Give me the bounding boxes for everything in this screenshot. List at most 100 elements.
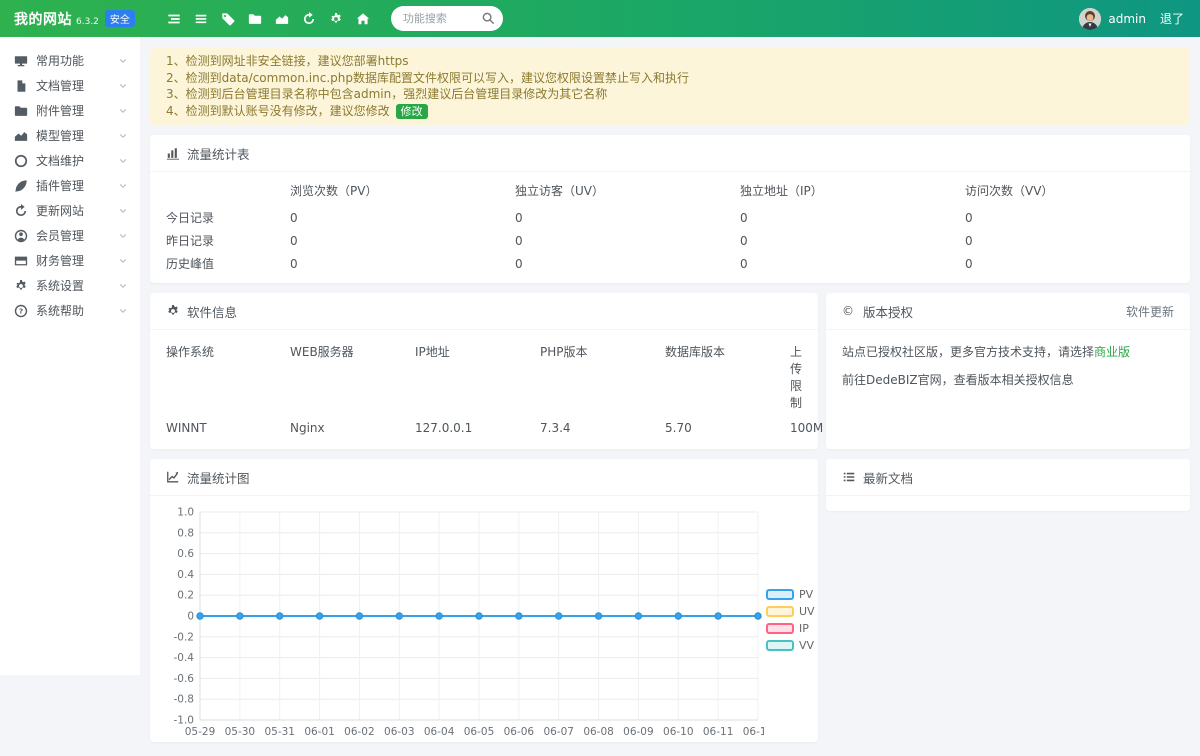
- bars-icon[interactable]: [194, 12, 208, 26]
- svg-text:06-09: 06-09: [623, 726, 654, 738]
- sidebar-item-2[interactable]: 文档管理: [0, 73, 140, 98]
- software-update-link[interactable]: 软件更新: [1126, 303, 1174, 320]
- search-icon[interactable]: [481, 11, 495, 25]
- chevron-down-icon: [118, 306, 128, 316]
- svg-text:0.8: 0.8: [177, 527, 194, 539]
- sidebar-item-7[interactable]: 更新网站: [0, 198, 140, 223]
- sync-icon[interactable]: [302, 12, 316, 26]
- chevron-down-icon: [118, 256, 128, 266]
- svg-text:06-12: 06-12: [743, 726, 764, 738]
- bar-chart-icon: [166, 146, 180, 160]
- traffic-table-header: 流量统计表: [150, 135, 1190, 172]
- legend-item-uv[interactable]: UV: [766, 605, 815, 618]
- traffic-value: 0: [740, 257, 965, 271]
- legend-item-pv[interactable]: PV: [766, 588, 815, 601]
- traffic-table: 浏览次数（PV）独立访客（UV）独立地址（IP）访问次数（VV）今日记录0000…: [150, 172, 1190, 283]
- chart-area-icon[interactable]: [275, 12, 289, 26]
- security-alert: 1、检测到网址非安全链接，建议您部署https2、检测到data/common.…: [150, 48, 1190, 125]
- chart-plot: 1.00.80.60.40.20-0.2-0.4-0.6-0.8-1.005-2…: [164, 504, 764, 740]
- tag-icon[interactable]: [221, 12, 235, 26]
- latest-docs-body: [826, 496, 1190, 511]
- latest-docs-header: 最新文档: [826, 459, 1190, 496]
- sidebar-item-3[interactable]: 附件管理: [0, 98, 140, 123]
- sidebar-item-11[interactable]: ? 系统帮助: [0, 298, 140, 323]
- software-info-value: WINNT: [166, 421, 290, 435]
- legend-swatch: [766, 589, 794, 600]
- cogs-icon: [166, 304, 180, 318]
- brand-title: 我的网站: [14, 9, 72, 29]
- topbar-icon-menu: [161, 12, 377, 26]
- traffic-value: 0: [740, 234, 965, 248]
- legend-swatch: [766, 623, 794, 634]
- svg-text:0: 0: [187, 611, 194, 623]
- legend-label: UV: [799, 605, 815, 618]
- commercial-link[interactable]: 商业版: [1094, 345, 1130, 359]
- license-line2: 前往DedeBIZ官网，查看版本相关授权信息: [842, 371, 1174, 388]
- software-info-value: Nginx: [290, 421, 415, 435]
- svg-text:06-04: 06-04: [424, 726, 455, 738]
- sidebar-item-10[interactable]: 系统设置: [0, 273, 140, 298]
- software-info-value: 100M: [790, 421, 823, 435]
- svg-text:?: ?: [19, 306, 23, 315]
- sidebar-item-5[interactable]: 文档维护: [0, 148, 140, 173]
- svg-text:0.2: 0.2: [177, 590, 194, 602]
- svg-text:-0.4: -0.4: [174, 652, 195, 664]
- legend-label: IP: [799, 622, 809, 635]
- software-info-title: 软件信息: [187, 302, 237, 321]
- software-info-values: WINNTNginx127.0.0.17.3.45.70100M: [166, 421, 802, 435]
- traffic-value: 0: [290, 257, 515, 271]
- home-icon[interactable]: [356, 12, 370, 26]
- chevron-down-icon: [118, 156, 128, 166]
- latest-docs-card: 最新文档: [826, 459, 1190, 511]
- folder-icon[interactable]: [248, 12, 262, 26]
- legend-item-ip[interactable]: IP: [766, 622, 815, 635]
- svg-text:06-06: 06-06: [504, 726, 535, 738]
- license-body: 站点已授权社区版，更多官方技术支持，请选择商业版 前往DedeBIZ官网，查看版…: [826, 330, 1190, 401]
- topbar: 我的网站 6.3.2 安全 admin 退了: [0, 0, 1200, 37]
- sidebar-item-4[interactable]: 模型管理: [0, 123, 140, 148]
- circle-icon: [14, 154, 28, 168]
- sidebar-item-8[interactable]: 会员管理: [0, 223, 140, 248]
- traffic-value: 0: [515, 234, 740, 248]
- svg-text:05-30: 05-30: [225, 726, 256, 738]
- avatar[interactable]: [1079, 8, 1101, 30]
- sidebar-item-label: 文档维护: [36, 152, 84, 169]
- brand-version: 6.3.2: [76, 17, 99, 27]
- logout-link[interactable]: 退了: [1160, 10, 1184, 27]
- traffic-chart-header: 流量统计图: [150, 459, 818, 496]
- folder-icon: [14, 104, 28, 118]
- svg-text:-0.2: -0.2: [174, 631, 195, 643]
- svg-text:06-11: 06-11: [703, 726, 734, 738]
- traffic-value: 0: [965, 211, 1190, 225]
- sidebar-item-label: 常用功能: [36, 52, 84, 69]
- latest-docs-title: 最新文档: [863, 468, 913, 487]
- question-icon: ?: [14, 304, 28, 318]
- cog-icon[interactable]: [329, 12, 343, 26]
- traffic-value: 0: [965, 234, 1190, 248]
- avatar-image: [1079, 8, 1101, 30]
- software-info-labels: 操作系统WEB服务器IP地址PHP版本数据库版本上传限制: [166, 343, 802, 411]
- svg-text:05-29: 05-29: [185, 726, 216, 738]
- software-info-header: 软件信息: [150, 293, 818, 330]
- svg-text:06-02: 06-02: [344, 726, 375, 738]
- sidebar-item-6[interactable]: 插件管理: [0, 173, 140, 198]
- chevron-down-icon: [118, 56, 128, 66]
- stream-icon[interactable]: [167, 12, 181, 26]
- chart-legend: PV UV IP VV: [766, 588, 815, 740]
- brand[interactable]: 我的网站 6.3.2 安全: [0, 9, 135, 29]
- legend-item-vv[interactable]: VV: [766, 639, 815, 652]
- traffic-col-header: 浏览次数（PV）: [290, 182, 515, 199]
- sidebar-item-label: 系统帮助: [36, 302, 84, 319]
- chevron-down-icon: [118, 81, 128, 91]
- alert-line-3: 3、检测到后台管理目录名称中包含admin，强烈建议后台管理目录修改为其它名称: [166, 86, 1174, 103]
- sidebar-item-label: 文档管理: [36, 77, 84, 94]
- sidebar-item-label: 财务管理: [36, 252, 84, 269]
- software-info-label: WEB服务器: [290, 343, 415, 411]
- sidebar-item-1[interactable]: 常用功能: [0, 48, 140, 73]
- traffic-table-card: 流量统计表 浏览次数（PV）独立访客（UV）独立地址（IP）访问次数（VV）今日…: [150, 135, 1190, 283]
- traffic-value: 0: [515, 257, 740, 271]
- username[interactable]: admin: [1108, 12, 1146, 26]
- sidebar-item-9[interactable]: 财务管理: [0, 248, 140, 273]
- svg-text:06-05: 06-05: [464, 726, 495, 738]
- edit-account-button[interactable]: 修改: [396, 104, 428, 119]
